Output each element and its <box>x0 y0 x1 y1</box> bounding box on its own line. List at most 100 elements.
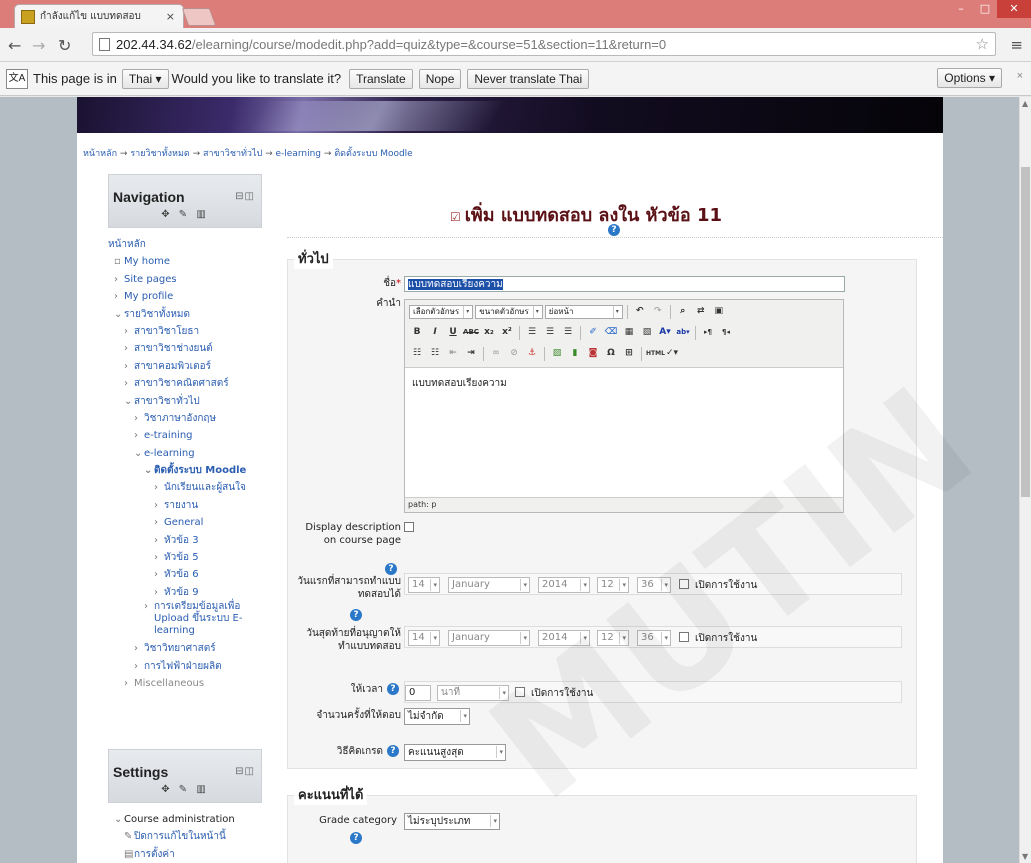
translate-close-icon[interactable]: × <box>1017 70 1023 82</box>
timelimit-input[interactable]: 0 <box>405 685 431 701</box>
link-icon[interactable]: ∞ <box>488 346 504 362</box>
breadcrumb-category[interactable]: สาขาวิชาทั่วไป <box>203 149 262 159</box>
ltr-icon[interactable]: ▸¶ <box>700 325 716 341</box>
block-move-icons[interactable]: ✥ ✎ ▥ <box>109 209 261 220</box>
align-right-icon[interactable]: ☰ <box>560 325 576 341</box>
nav-home[interactable]: หน้าหลัก <box>108 236 262 253</box>
display-description-help-icon[interactable]: ? <box>385 563 397 575</box>
nav-courses[interactable]: ⌄ รายวิชาทั้งหมด <box>108 306 262 323</box>
open-month-select[interactable]: January ▾ <box>448 577 530 593</box>
underline-icon[interactable]: U <box>445 325 461 341</box>
align-center-icon[interactable]: ☰ <box>542 325 558 341</box>
undo-icon[interactable]: ↶ <box>632 304 648 320</box>
tab-close-icon[interactable]: × <box>166 10 183 23</box>
settings-dock-icon[interactable]: ⊟◫ <box>235 766 255 777</box>
open-minute-select[interactable]: 36 ▾ <box>637 577 671 593</box>
maximize-icon[interactable]: □ <box>973 0 997 18</box>
find-icon[interactable]: ⌕ <box>675 304 691 320</box>
grademethod-select[interactable]: คะแนนสูงสุด ▾ <box>404 744 506 761</box>
nav-current-course[interactable]: ⌄ ติดตั้งระบบ Moodle <box>108 462 262 479</box>
language-select[interactable]: Thai ▾ <box>121 68 169 89</box>
grademethod-help-icon[interactable]: ? <box>387 745 399 757</box>
nav-my-home[interactable]: ▫ My home <box>108 253 262 270</box>
scroll-down-icon[interactable]: ▼ <box>1022 852 1028 861</box>
align-left-icon[interactable]: ☰ <box>524 325 540 341</box>
grade-category-select[interactable]: ไม่ระบุประเภท ▾ <box>404 813 500 830</box>
italic-icon[interactable]: I <box>427 325 443 341</box>
nav-section-9[interactable]: › หัวข้อ 9 <box>108 584 262 601</box>
settings-course-admin[interactable]: ⌄ Course administration <box>108 811 262 828</box>
breadcrumb-elearning[interactable]: e-learning <box>276 149 322 159</box>
image-icon[interactable]: ▨ <box>549 346 565 362</box>
nav-course-upload[interactable]: › การเตรียมข้อมูลเพื่อ Upload ขึ้นระบบ E-… <box>108 601 262 640</box>
nav-sub-elearning[interactable]: ⌄ e-learning <box>108 445 262 462</box>
time-open-help-icon[interactable]: ? <box>350 609 362 621</box>
scroll-up-icon[interactable]: ▲ <box>1022 99 1028 108</box>
strikethrough-icon[interactable]: ABC <box>463 325 479 341</box>
open-year-select[interactable]: 2014 ▾ <box>538 577 590 593</box>
breadcrumb-home[interactable]: หน้าหลัก <box>83 149 117 159</box>
superscript-icon[interactable]: x² <box>499 325 515 341</box>
nav-cat-computer[interactable]: › สาขาคอมพิวเตอร์ <box>108 358 262 375</box>
nav-section-students[interactable]: › นักเรียนและผู้สนใจ <box>108 479 262 496</box>
nav-misc[interactable]: › Miscellaneous <box>108 675 262 692</box>
replace-icon[interactable]: ⇄ <box>693 304 709 320</box>
clean-format-icon[interactable]: ✐ <box>585 325 601 341</box>
anchor-icon[interactable]: ⚓ <box>524 346 540 362</box>
nav-section-general[interactable]: › General <box>108 514 262 531</box>
minimize-icon[interactable]: – <box>949 0 973 18</box>
nav-cat-general[interactable]: ⌄ สาขาวิชาทั่วไป <box>108 393 262 410</box>
close-day-select[interactable]: 14 ▾ <box>408 630 440 646</box>
edit-table-icon[interactable]: ⊞ <box>621 346 637 362</box>
nav-section-6[interactable]: › หัวข้อ 6 <box>108 566 262 583</box>
html-source-icon[interactable]: HTML <box>646 346 665 362</box>
browser-tab[interactable]: กำลังแก้ไข แบบทดสอบ × <box>14 4 184 28</box>
title-help-icon[interactable]: ? <box>608 224 620 236</box>
back-arrow-icon[interactable]: ← <box>8 36 21 55</box>
moodle-media-icon[interactable]: ◙ <box>585 346 601 362</box>
open-enable-checkbox[interactable] <box>679 579 689 589</box>
translate-button[interactable]: Translate <box>349 68 413 89</box>
breadcrumb-course[interactable]: ติดตั้งระบบ Moodle <box>334 149 412 159</box>
timelimit-help-icon[interactable]: ? <box>387 683 399 695</box>
nav-cat-civil[interactable]: › สาขาวิชาโยธา <box>108 323 262 340</box>
outdent-icon[interactable]: ⇤ <box>445 346 461 362</box>
nav-section-5[interactable]: › หัวข้อ 5 <box>108 549 262 566</box>
paste-text-icon[interactable]: ▦ <box>621 325 637 341</box>
general-legend[interactable]: ทั่วไป <box>294 248 333 269</box>
display-description-checkbox[interactable] <box>404 522 414 532</box>
font-size-select[interactable]: ขนาดตัวอักษร ▾ <box>475 305 543 319</box>
timelimit-enable-checkbox[interactable] <box>515 687 525 697</box>
spellcheck-icon[interactable]: ✓▾ <box>664 346 680 362</box>
new-tab-button[interactable] <box>181 8 217 26</box>
chrome-menu-icon[interactable]: ≡ <box>1010 36 1023 54</box>
eraser-icon[interactable]: ⌫ <box>603 325 619 341</box>
grade-legend[interactable]: คะแนนที่ได้ <box>294 784 368 805</box>
options-button[interactable]: Options ▾ <box>937 68 1002 88</box>
nav-cat-auto[interactable]: › สาขาวิชาช่างยนต์ <box>108 340 262 357</box>
nav-sub-egat[interactable]: › การไฟฟ้าฝ่ายผลิต <box>108 658 262 675</box>
nav-section-report[interactable]: › รายงาน <box>108 497 262 514</box>
forward-arrow-icon[interactable]: → <box>32 36 45 55</box>
nav-sub-etraining[interactable]: › e-training <box>108 427 262 444</box>
open-hour-select[interactable]: 12 ▾ <box>597 577 629 593</box>
close-hour-select[interactable]: 12 ▾ <box>597 630 629 646</box>
settings-turn-editing-off[interactable]: ✎ ปิดการแก้ไขในหน้านี้ <box>108 828 262 845</box>
bullet-list-icon[interactable]: ☷ <box>409 346 425 362</box>
bookmark-star-icon[interactable]: ☆ <box>976 35 989 53</box>
close-minute-select[interactable]: 36 ▾ <box>637 630 671 646</box>
numbered-list-icon[interactable]: ☷ <box>427 346 443 362</box>
close-year-select[interactable]: 2014 ▾ <box>538 630 590 646</box>
paragraph-select[interactable]: ย่อหน้า ▾ <box>544 305 623 319</box>
editor-text-area[interactable]: แบบทดสอบเรียงความ <box>412 376 507 391</box>
close-enable-checkbox[interactable] <box>679 632 689 642</box>
highlight-color-icon[interactable]: ab▾ <box>675 325 691 341</box>
redo-icon[interactable]: ↷ <box>650 304 666 320</box>
nav-cat-math[interactable]: › สาขาวิชาคณิตศาสตร์ <box>108 375 262 392</box>
rtl-icon[interactable]: ¶◂ <box>718 325 734 341</box>
bold-icon[interactable]: B <box>409 325 425 341</box>
nope-button[interactable]: Nope <box>418 68 462 89</box>
url-bar[interactable]: 202.44.34.62/elearning/course/modedit.ph… <box>92 32 996 56</box>
nav-sub-science[interactable]: › วิชาวิทยาศาสตร์ <box>108 640 262 657</box>
font-family-select[interactable]: เลือกตัวอักษร ▾ <box>409 305 474 319</box>
